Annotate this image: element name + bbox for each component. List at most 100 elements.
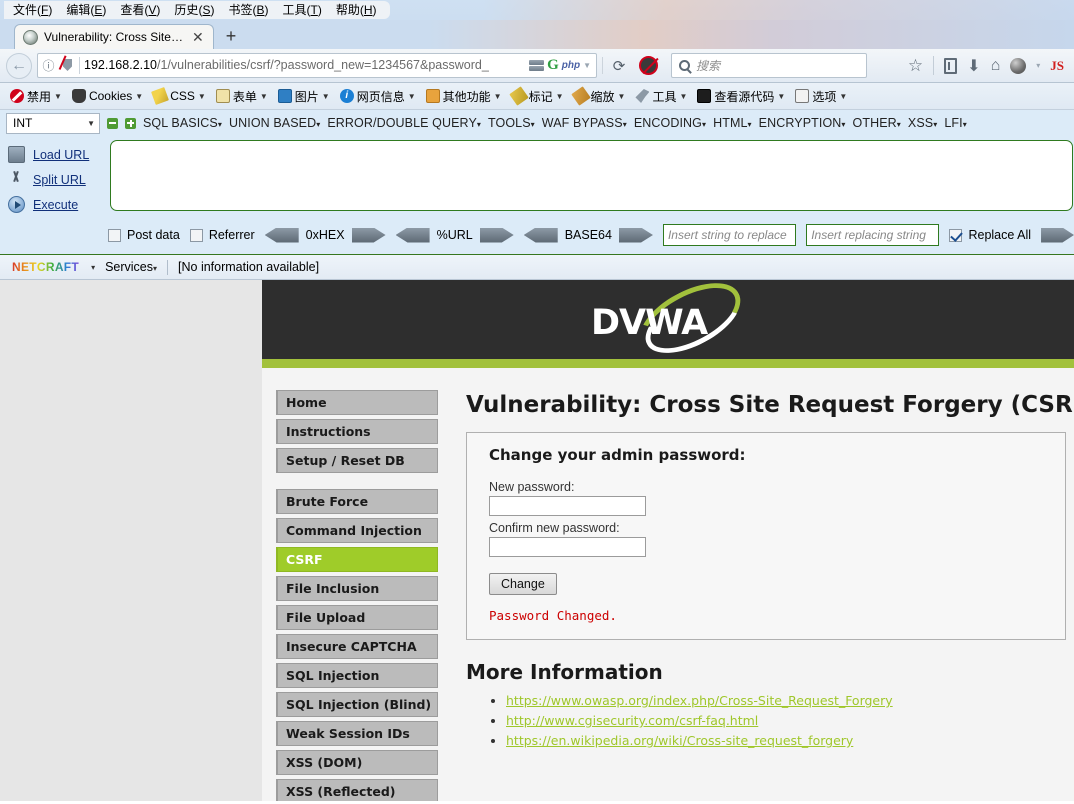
hackbar-menu-xss[interactable]: XSS▾: [908, 116, 937, 130]
csrf-form-panel: Change your admin password: New password…: [466, 432, 1066, 640]
chevron-down-icon[interactable]: ▼: [583, 61, 591, 70]
noscript-button[interactable]: [639, 56, 658, 75]
hackbar-menu-lfi[interactable]: LFI▾: [944, 116, 967, 130]
shield-disabled-icon[interactable]: [60, 58, 75, 73]
hackbar-menu-tools[interactable]: TOOLS▾: [488, 116, 535, 130]
hackbar-menu-other[interactable]: OTHER▾: [853, 116, 901, 130]
sidebar-item-file-upload[interactable]: File Upload: [276, 605, 438, 630]
link-owasp-csrf[interactable]: https://www.owasp.org/index.php/Cross-Si…: [506, 693, 893, 708]
addon-forms[interactable]: 表单 ▼: [212, 88, 272, 105]
download-icon[interactable]: ⬇: [967, 56, 980, 76]
decode-arrow-icon[interactable]: [264, 227, 299, 243]
hackbar-actions: Load URL Split URL Execute: [8, 140, 110, 217]
hackbar-menu-sql-basics[interactable]: SQL BASICS▾: [143, 116, 222, 130]
menu-item-help[interactable]: 帮助(H): [329, 2, 384, 18]
moon-icon[interactable]: [1010, 57, 1027, 74]
hackbar-menu-encryption[interactable]: ENCRYPTION▾: [759, 116, 846, 130]
menu-item-history[interactable]: 历史(S): [167, 2, 221, 18]
chevron-down-icon[interactable]: ▾: [1036, 61, 1040, 70]
referrer-checkbox[interactable]: Referrer: [189, 228, 255, 242]
new-tab-button[interactable]: +: [226, 27, 237, 49]
reload-button[interactable]: ⟳: [608, 55, 630, 77]
sidebar-item-insecure-captcha[interactable]: Insecure CAPTCHA: [276, 634, 438, 659]
addon-css[interactable]: CSS ▼: [149, 87, 210, 105]
link-cgisecurity-faq[interactable]: http://www.cgisecurity.com/csrf-faq.html: [506, 713, 758, 728]
hackbar-menu-error-double-query[interactable]: ERROR/DOUBLE QUERY▾: [327, 116, 481, 130]
menu-item-file[interactable]: 文件(F): [6, 2, 59, 18]
netcraft-services-menu[interactable]: Services▾: [105, 260, 157, 274]
tab-vulnerability-csrf[interactable]: Vulnerability: Cross Site ... ✕: [14, 24, 214, 49]
split-url-button[interactable]: Split URL: [8, 167, 110, 192]
hackbar-url-textarea[interactable]: [110, 140, 1073, 211]
hackbar-menu-union-based[interactable]: UNION BASED▾: [229, 116, 320, 130]
decode-arrow-icon[interactable]: [523, 227, 558, 243]
hackbar-menu-encoding[interactable]: ENCODING▾: [634, 116, 706, 130]
info-circle-icon[interactable]: ⓘ: [41, 57, 56, 74]
home-icon[interactable]: ⌂: [991, 57, 1001, 75]
replace-to-input[interactable]: Insert replacing string: [806, 224, 940, 246]
search-input[interactable]: 搜索: [696, 57, 720, 74]
sidebar-item-csrf[interactable]: CSRF: [276, 547, 438, 572]
menu-item-view[interactable]: 查看(V): [113, 2, 167, 18]
hackbar-type-select[interactable]: INT ▼: [6, 112, 100, 134]
back-button[interactable]: ←: [6, 52, 32, 79]
addon-view-source[interactable]: 查看源代码 ▼: [693, 88, 789, 105]
url-input[interactable]: 192.168.2.10/1/vulnerabilities/csrf/?pas…: [84, 54, 525, 77]
chevron-down-icon[interactable]: ▾: [91, 263, 95, 272]
menu-item-bookmarks[interactable]: 书签(B): [221, 2, 275, 18]
encode-arrow-icon[interactable]: [479, 227, 514, 243]
sidebar-item-xss-reflected[interactable]: XSS (Reflected): [276, 779, 438, 801]
addon-outline[interactable]: 标记 ▼: [508, 86, 568, 106]
sidebar-item-sql-injection-blind[interactable]: SQL Injection (Blind): [276, 692, 438, 717]
sidebar-item-command-injection[interactable]: Command Injection: [276, 518, 438, 543]
menu-item-edit[interactable]: 编辑(E): [59, 2, 113, 18]
url-bar[interactable]: ⓘ 192.168.2.10/1/vulnerabilities/csrf/?p…: [37, 53, 597, 78]
replace-all-checkbox[interactable]: Replace All: [949, 228, 1031, 242]
load-url-button[interactable]: Load URL: [8, 142, 110, 167]
password-changed-message: Password Changed.: [489, 608, 617, 623]
close-icon[interactable]: ✕: [190, 30, 206, 44]
new-password-input[interactable]: [489, 496, 646, 516]
addon-misc[interactable]: 其他功能 ▼: [422, 88, 506, 105]
change-password-button[interactable]: Change: [489, 573, 557, 595]
javascript-toggle-icon[interactable]: JS: [1050, 58, 1064, 74]
hackbar-menu-html[interactable]: HTML▾: [713, 116, 752, 130]
add-tab-button[interactable]: [125, 117, 136, 129]
replace-all-label: Replace All: [968, 228, 1032, 242]
php-icon[interactable]: php: [562, 60, 580, 71]
list-item: http://www.cgisecurity.com/csrf-faq.html: [506, 712, 1074, 730]
sidebar-item-home[interactable]: Home: [276, 390, 438, 415]
addon-page-info[interactable]: i 网页信息 ▼: [336, 88, 420, 105]
sidebar-item-instructions[interactable]: Instructions: [276, 419, 438, 444]
hex-encoder-group: 0xHEX: [264, 227, 386, 243]
link-wikipedia-csrf[interactable]: https://en.wikipedia.org/wiki/Cross-site…: [506, 733, 853, 748]
addon-tools[interactable]: 工具 ▼: [631, 88, 691, 105]
apply-replace-arrow-icon[interactable]: [1041, 227, 1074, 243]
encode-arrow-icon[interactable]: [618, 227, 653, 243]
search-bar[interactable]: 搜索: [671, 53, 867, 78]
library-icon[interactable]: [944, 57, 958, 74]
addon-disable[interactable]: 禁用 ▼: [6, 88, 66, 105]
server-icon[interactable]: [529, 59, 545, 72]
sidebar-item-file-inclusion[interactable]: File Inclusion: [276, 576, 438, 601]
execute-button[interactable]: Execute: [8, 192, 110, 217]
bookmark-star-icon[interactable]: ☆: [908, 56, 923, 76]
decode-arrow-icon[interactable]: [395, 227, 430, 243]
hackbar-menu-waf-bypass[interactable]: WAF BYPASS▾: [542, 116, 627, 130]
sidebar-item-xss-dom[interactable]: XSS (DOM): [276, 750, 438, 775]
addon-options[interactable]: 选项 ▼: [791, 88, 851, 105]
encode-arrow-icon[interactable]: [351, 227, 386, 243]
addon-cookies[interactable]: Cookies ▼: [68, 89, 147, 103]
sidebar-item-weak-session-ids[interactable]: Weak Session IDs: [276, 721, 438, 746]
sidebar-item-brute-force[interactable]: Brute Force: [276, 489, 438, 514]
replace-from-input[interactable]: Insert string to replace: [662, 224, 797, 246]
addon-images[interactable]: 图片 ▼: [274, 88, 334, 105]
post-data-checkbox[interactable]: Post data: [108, 228, 180, 242]
remove-tab-button[interactable]: [107, 117, 118, 129]
sidebar-item-setup-reset-db[interactable]: Setup / Reset DB: [276, 448, 438, 473]
sidebar-item-sql-injection[interactable]: SQL Injection: [276, 663, 438, 688]
confirm-password-input[interactable]: [489, 537, 646, 557]
menu-item-tools[interactable]: 工具(T): [275, 2, 328, 18]
addon-resize[interactable]: 缩放 ▼: [570, 86, 630, 106]
google-g-icon[interactable]: G: [547, 58, 559, 73]
